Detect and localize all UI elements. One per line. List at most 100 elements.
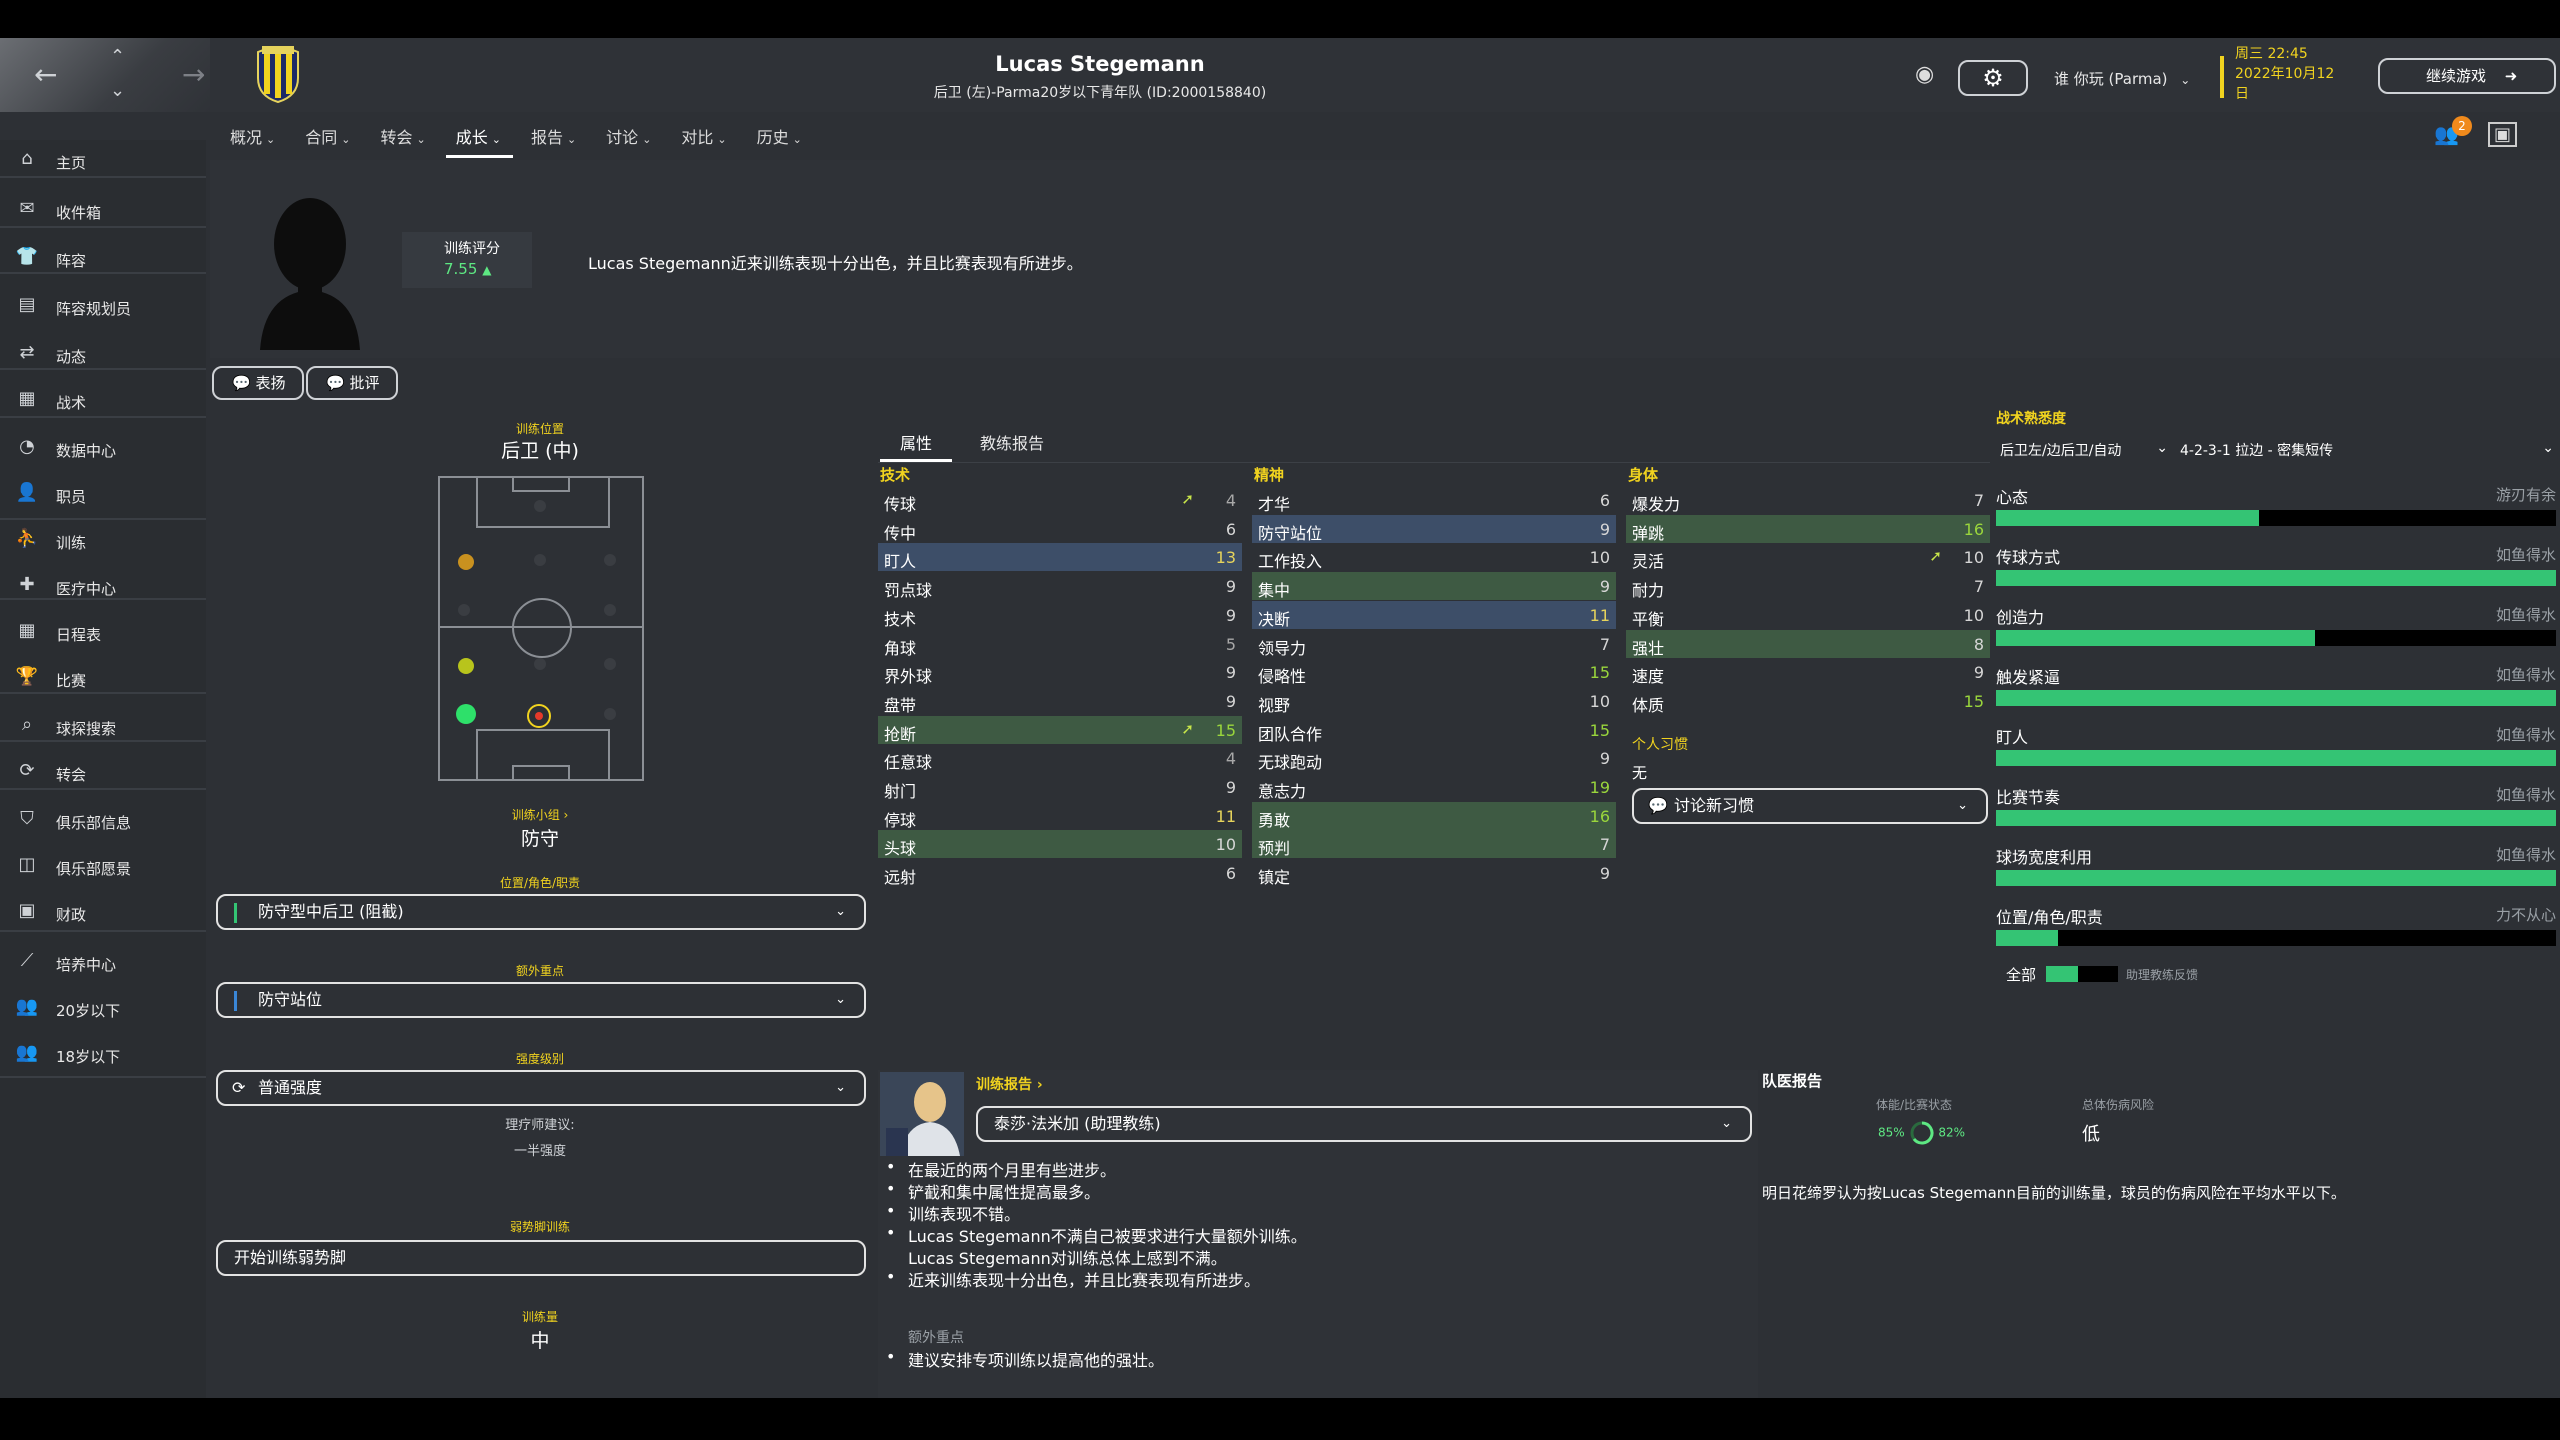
praise-button[interactable]: 💬 表扬 xyxy=(212,366,304,400)
attribute-row[interactable]: 侵略性 15 xyxy=(1252,658,1616,686)
attribute-row[interactable]: 才华 6 xyxy=(1252,486,1616,514)
attribute-row[interactable]: 头球 10 xyxy=(878,830,1242,859)
tab-overview[interactable]: 概况 ⌄ xyxy=(220,112,287,158)
attribute-row[interactable]: 勇敢 16 xyxy=(1252,801,1616,830)
sidebar-item-inbox[interactable]: ✉ 收件箱 xyxy=(0,190,206,230)
training-load-value: 中 xyxy=(530,1330,550,1352)
attribute-row[interactable]: 角球 5 xyxy=(878,630,1242,658)
tab-discuss[interactable]: 讨论 ⌄ xyxy=(596,112,663,158)
attribute-row[interactable]: 罚点球 9 xyxy=(878,572,1242,600)
sidebar-item-u20[interactable]: 👥 20岁以下 xyxy=(0,988,206,1028)
tactic-name: 创造力 xyxy=(1996,608,2045,627)
extra-focus-bullet: • 建议安排专项训练以提高他的强壮。 xyxy=(886,1347,1165,1370)
settings-button[interactable]: ⚙ xyxy=(1958,60,2028,96)
attribute-row[interactable]: 远射 6 xyxy=(878,859,1242,887)
attribute-row[interactable]: 预判 7 xyxy=(1252,830,1616,859)
sidebar-item-clipboard[interactable]: ▤ 阵容规划员 xyxy=(0,286,206,326)
speech-bubble-icon: 💬 xyxy=(232,374,251,392)
tab-history[interactable]: 历史 ⌄ xyxy=(747,112,814,158)
attribute-row[interactable]: 领导力 7 xyxy=(1252,630,1616,658)
attribute-row[interactable]: 耐力 7 xyxy=(1626,572,1990,600)
attribute-row[interactable]: 视野 10 xyxy=(1252,687,1616,715)
training-report-link[interactable]: 训练报告 › xyxy=(976,1074,1043,1094)
formation-select[interactable]: 4-2-3-1 拉边 - 密集短传 ⌄ xyxy=(2180,440,2554,460)
sidebar-item-shield[interactable]: ⛉ 俱乐部信息 xyxy=(0,800,206,840)
sidebar-item-calendar[interactable]: ▦ 日程表 xyxy=(0,612,206,652)
tab-development[interactable]: 成长 ⌄ xyxy=(445,112,513,158)
attribute-row[interactable]: 镇定 9 xyxy=(1252,859,1616,887)
attribute-row[interactable]: 决断 11 xyxy=(1252,600,1616,629)
report-bullet: • 在最近的两个月里有些进步。 xyxy=(886,1157,1117,1180)
sidebar-item-u18[interactable]: 👥 18岁以下 xyxy=(0,1034,206,1074)
clipboard-icon: ▤ xyxy=(18,294,36,315)
attribute-row[interactable]: 团队合作 15 xyxy=(1252,716,1616,744)
attribute-value: 9 xyxy=(1225,577,1236,597)
attribute-row[interactable]: 平衡 10 xyxy=(1626,601,1990,629)
attribute-value: 19 xyxy=(1589,778,1610,797)
attribute-row[interactable]: 爆发力 7 xyxy=(1626,486,1990,514)
attribute-row[interactable]: 界外球 9 xyxy=(878,658,1242,686)
weak-foot-button[interactable]: 开始训练弱势脚 xyxy=(216,1240,866,1276)
role-dropdown[interactable]: 防守型中后卫 (阻截) ⌄ xyxy=(216,894,866,930)
attribute-row[interactable]: 工作投入 10 xyxy=(1252,543,1616,571)
attribute-row[interactable]: 盯人 13 xyxy=(878,543,1242,572)
continue-button[interactable]: 继续游戏 ➜ xyxy=(2378,58,2556,94)
attribute-row[interactable]: 盘带 9 xyxy=(878,687,1242,715)
sidebar-item-transfer[interactable]: ⟳ 转会 xyxy=(0,752,206,792)
attribute-row[interactable]: 任意球 4 xyxy=(878,744,1242,772)
tactics-position-select[interactable]: 后卫左/边后卫/自动 ⌄ xyxy=(2000,440,2168,460)
sidebar-item-finance[interactable]: ▣ 财政 xyxy=(0,892,206,932)
sidebar-item-development[interactable]: ⟋ 培养中心 xyxy=(0,942,206,982)
tab-contract[interactable]: 合同 ⌄ xyxy=(295,112,362,158)
sidebar-item-label: 职员 xyxy=(56,488,87,506)
tab-compare[interactable]: 对比 ⌄ xyxy=(671,112,738,158)
rating-label: 训练评分 xyxy=(444,241,500,257)
attribute-row[interactable]: 速度 9 xyxy=(1626,658,1990,686)
attribute-row[interactable]: 停球 11 xyxy=(878,802,1242,830)
back-arrow-icon[interactable]: ← xyxy=(34,58,57,91)
attribute-row[interactable]: 传中 6 xyxy=(878,515,1242,543)
attribute-value: 8 xyxy=(1973,634,1984,654)
attribute-name: 远射 xyxy=(884,868,917,888)
attribute-row[interactable]: 抢断 ➚ 15 xyxy=(878,715,1242,744)
attribute-row[interactable]: 防守站位 9 xyxy=(1252,514,1616,543)
attribute-row[interactable]: 灵活 ➚ 10 xyxy=(1626,543,1990,571)
chevron-up-icon[interactable]: ⌃ xyxy=(110,46,125,67)
sidebar-item-label: 俱乐部愿景 xyxy=(56,860,132,878)
intensity-dropdown[interactable]: ⟳ 普通强度 ⌄ xyxy=(216,1070,866,1106)
attribute-row[interactable]: 弹跳 16 xyxy=(1626,514,1990,543)
assistant-feedback-label: 助理教练反馈 xyxy=(2126,968,2199,982)
attribute-row[interactable]: 集中 9 xyxy=(1252,572,1616,601)
sidebar-item-training[interactable]: ⛹ 训练 xyxy=(0,520,206,560)
sidebar-item-data[interactable]: ◔ 数据中心 xyxy=(0,428,206,468)
extra-focus-dropdown[interactable]: 防守站位 ⌄ xyxy=(216,982,866,1018)
tab-transfer[interactable]: 转会 ⌄ xyxy=(370,112,437,158)
attribute-row[interactable]: 传球 ➚ 4 xyxy=(878,486,1242,514)
chevron-down-icon[interactable]: ⌄ xyxy=(110,80,125,101)
tab-coach-report[interactable]: 教练报告 xyxy=(960,422,1064,462)
forward-arrow-icon[interactable]: → xyxy=(182,58,205,91)
globe-icon[interactable]: ◉ xyxy=(1915,62,1934,87)
attribute-row[interactable]: 无球跑动 9 xyxy=(1252,744,1616,772)
sidebar-item-tactics[interactable]: ▦ 战术 xyxy=(0,380,206,420)
game-select[interactable]: 谁 你玩 (Parma) ⌄ xyxy=(2054,68,2190,89)
screen-icon[interactable]: ▣ xyxy=(2488,122,2518,147)
attribute-row[interactable]: 技术 9 xyxy=(878,601,1242,629)
tab-reports[interactable]: 报告 ⌄ xyxy=(521,112,588,158)
trend-arrow-icon: ➚ xyxy=(1181,490,1194,508)
attribute-row[interactable]: 射门 9 xyxy=(878,773,1242,801)
attribute-name: 停球 xyxy=(884,810,917,830)
attribute-name: 爆发力 xyxy=(1632,495,1681,514)
sidebar-item-vision[interactable]: ◫ 俱乐部愿景 xyxy=(0,846,206,886)
tab-attributes[interactable]: 属性 xyxy=(880,422,953,462)
training-group-link[interactable]: 训练小组 › xyxy=(440,806,640,823)
attribute-row[interactable]: 强壮 8 xyxy=(1626,629,1990,658)
discuss-trait-dropdown[interactable]: 💬 讨论新习惯 ⌄ xyxy=(1632,788,1988,824)
coach-select[interactable]: 泰莎·法米加 (助理教练) ⌄ xyxy=(976,1106,1752,1142)
sidebar-item-home[interactable]: ⌂ 主页 xyxy=(0,140,206,180)
criticize-button[interactable]: 💬 批评 xyxy=(306,366,398,400)
attribute-row[interactable]: 体质 15 xyxy=(1626,687,1990,715)
sidebar-item-medical[interactable]: ✚ 医疗中心 xyxy=(0,566,206,606)
attribute-row[interactable]: 意志力 19 xyxy=(1252,773,1616,801)
sidebar-item-staff[interactable]: 👤 职员 xyxy=(0,474,206,514)
